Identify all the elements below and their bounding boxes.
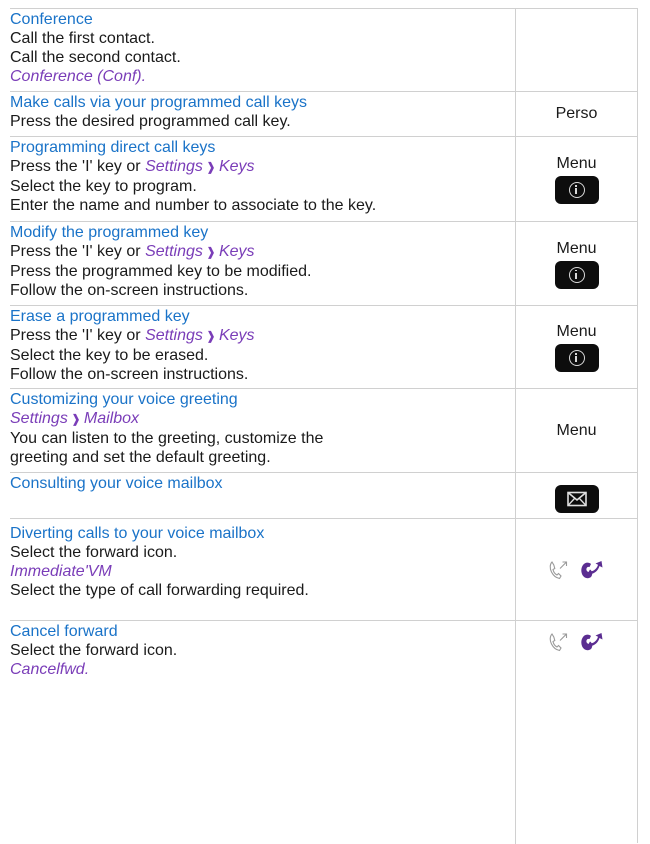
menu-label: Menu (556, 155, 597, 172)
section-title: Cancel forward (10, 623, 118, 640)
section-title: Consulting your voice mailbox (10, 475, 223, 492)
row-divert-calls: Diverting calls to your voice mailbox Se… (10, 518, 638, 620)
section-title: Make calls via your programmed call keys (10, 94, 307, 111)
row-text: Consulting your voice mailbox (10, 473, 516, 518)
menu-path-settings: Settings (145, 327, 203, 344)
instruction-line: Press the 'I' key or Settings ❱ Keys (10, 157, 515, 177)
info-key (554, 344, 599, 372)
info-circle-icon (568, 350, 585, 366)
row-side: Menu (516, 389, 638, 472)
menu-path-settings: Settings (145, 243, 203, 260)
envelope-icon (566, 491, 587, 506)
info-key (554, 260, 599, 289)
handset-forward-filled-icon (580, 633, 602, 651)
handset-forward-outline-icon (549, 560, 567, 579)
row-text: Customizing your voice greeting Settings… (10, 389, 516, 472)
menu-path-keys: Keys (218, 327, 255, 344)
softkey-label: Conference (Conf). (10, 68, 147, 85)
row-conference: Conference Call the first contact. Call … (10, 8, 638, 91)
instruction-line: Press the desired programmed call key. (10, 113, 291, 130)
instruction-line: Follow the on-screen instructions. (10, 282, 249, 299)
instruction-line: greeting and set the default greeting. (10, 449, 271, 466)
instruction-line: Press the programmed key to be modified. (10, 263, 312, 280)
instruction-line: You can listen to the greeting, customiz… (10, 430, 324, 447)
row-text: Conference Call the first contact. Call … (10, 9, 516, 91)
menu-path-settings: Settings (10, 410, 68, 427)
instruction-line: Follow the on-screen instructions. (10, 366, 249, 383)
section-title: Programming direct call keys (10, 139, 216, 156)
info-key (554, 176, 599, 204)
row-voice-greeting: Customizing your voice greeting Settings… (10, 388, 638, 472)
softkey-label: Immediate'VM (10, 563, 112, 580)
info-circle-icon (568, 182, 585, 198)
row-text: Cancel forward Select the forward icon. … (10, 621, 516, 844)
section-title: Erase a programmed key (10, 308, 190, 325)
menu-path-keys: Keys (218, 158, 255, 175)
row-side (516, 9, 638, 91)
instruction-line: Press the 'I' key or Settings ❱ Keys (10, 326, 515, 346)
row-text: Erase a programmed key Press the 'I' key… (10, 306, 516, 388)
press-prefix: Press the 'I' key or (10, 327, 141, 344)
perso-label: Perso (555, 105, 598, 122)
section-title: Conference (10, 11, 93, 28)
row-text: Diverting calls to your voice mailbox Se… (10, 519, 516, 620)
instruction-line: Enter the name and number to associate t… (10, 197, 377, 214)
instruction-line: Call the first contact. (10, 30, 155, 47)
row-cancel-forward: Cancel forward Select the forward icon. … (10, 620, 638, 844)
menu-path-mailbox: Mailbox (83, 410, 140, 427)
forward-icons (548, 631, 606, 653)
instruction-line: Call the second contact. (10, 49, 181, 66)
row-side: Menu (516, 137, 638, 221)
instruction-line: Select the type of call forwarding requi… (10, 582, 309, 599)
row-side: Perso (516, 92, 638, 136)
row-erase-key: Erase a programmed key Press the 'I' key… (10, 305, 638, 388)
section-title: Diverting calls to your voice mailbox (10, 525, 265, 542)
forward-icons (548, 559, 606, 581)
row-make-calls: Make calls via your programmed call keys… (10, 91, 638, 136)
handset-forward-outline-icon (549, 633, 567, 652)
menu-path-keys: Keys (218, 243, 255, 260)
row-side (516, 621, 638, 843)
path-arrow-icon: ❱ (205, 329, 216, 343)
row-text: Programming direct call keys Press the '… (10, 137, 516, 221)
row-consult-mailbox: Consulting your voice mailbox (10, 472, 638, 518)
row-side (516, 519, 638, 620)
menu-label: Menu (556, 421, 597, 439)
row-side: Menu (516, 306, 638, 388)
row-programming-keys: Programming direct call keys Press the '… (10, 136, 638, 221)
menu-label: Menu (556, 323, 597, 340)
press-prefix: Press the 'I' key or (10, 243, 141, 260)
path-arrow-icon: ❱ (205, 160, 216, 174)
menu-path-settings: Settings (145, 158, 203, 175)
instruction-line: Select the forward icon. (10, 642, 178, 659)
menu-label: Menu (556, 239, 597, 257)
row-text: Make calls via your programmed call keys… (10, 92, 516, 136)
softkey-label: Cancelfwd. (10, 661, 90, 678)
instruction-line: Select the key to be erased. (10, 347, 209, 364)
section-title: Modify the programmed key (10, 224, 209, 241)
path-arrow-icon: ❱ (205, 245, 216, 259)
info-circle-icon (568, 266, 585, 283)
press-prefix: Press the 'I' key or (10, 158, 141, 175)
path-arrow-icon: ❱ (70, 412, 81, 426)
row-modify-key: Modify the programmed key Press the 'I' … (10, 221, 638, 305)
instruction-line: Settings ❱ Mailbox (10, 409, 515, 429)
row-side: Menu (516, 222, 638, 305)
instruction-line: Select the key to program. (10, 178, 197, 195)
row-text: Modify the programmed key Press the 'I' … (10, 222, 516, 305)
instruction-line: Select the forward icon. (10, 544, 178, 561)
section-title: Customizing your voice greeting (10, 391, 238, 408)
instruction-line: Press the 'I' key or Settings ❱ Keys (10, 242, 515, 262)
handset-forward-filled-icon (580, 560, 602, 578)
mail-key (554, 484, 599, 513)
row-side (516, 473, 638, 518)
